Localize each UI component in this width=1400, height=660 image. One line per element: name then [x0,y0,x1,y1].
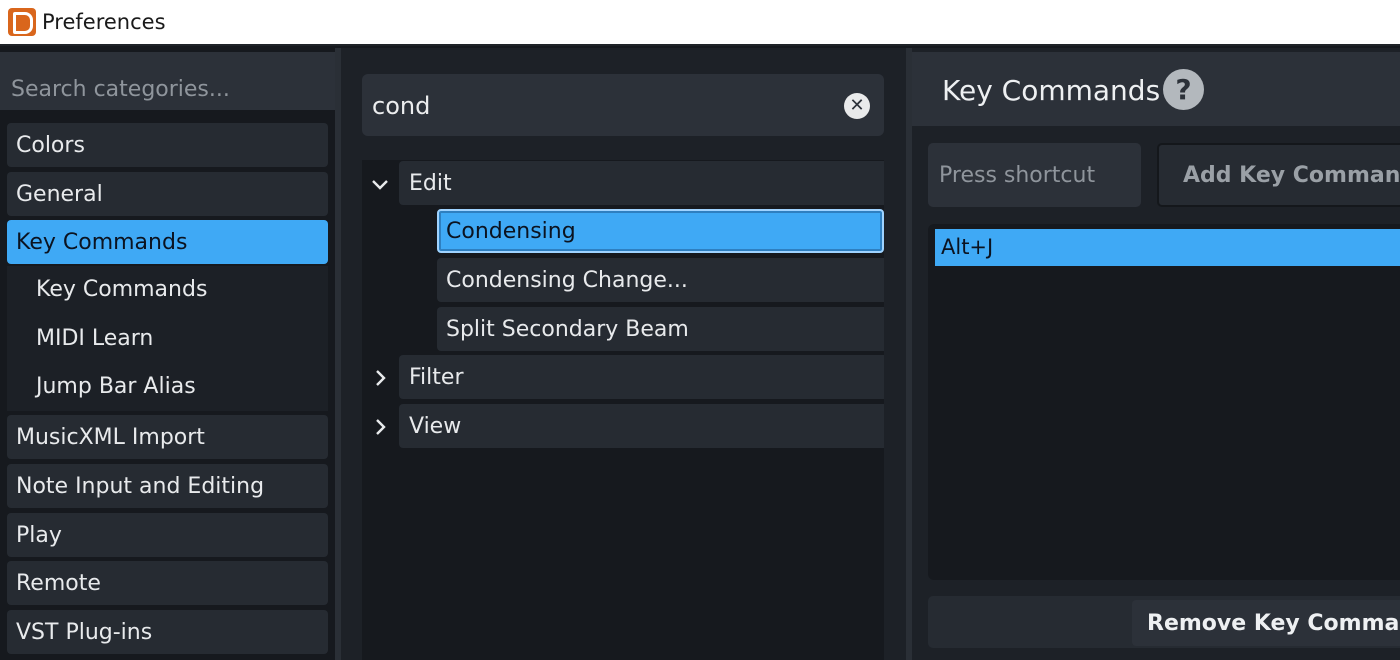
subcategory-jump-bar-alias[interactable]: Jump Bar Alias [36,374,196,399]
category-note-input-editing[interactable]: Note Input and Editing [7,464,328,508]
tree-command-split-secondary-beam[interactable]: Split Secondary Beam [437,307,884,351]
tree-group-edit[interactable]: Edit [399,161,884,205]
remove-key-command-button[interactable]: Remove Key Command [1132,600,1400,646]
tree-command-condensing-change[interactable]: Condensing Change... [437,258,884,302]
category-remote[interactable]: Remote [7,561,328,605]
shortcuts-list [928,224,1400,580]
tree-group-view[interactable]: View [399,404,884,448]
subcategory-key-commands[interactable]: Key Commands [36,277,207,302]
chevron-right-icon[interactable] [368,415,392,439]
key-commands-title: Key Commands [942,74,1161,107]
category-musicxml-import[interactable]: MusicXML Import [7,415,328,459]
command-filter-input[interactable] [372,90,812,122]
chevron-down-icon[interactable] [368,172,392,196]
chevron-right-icon[interactable] [368,366,392,390]
window-title: Preferences [42,10,166,34]
press-shortcut-field[interactable] [928,143,1141,207]
category-play[interactable]: Play [7,513,328,557]
category-colors[interactable]: Colors [7,123,328,167]
category-general[interactable]: General [7,172,328,216]
category-vst-plug-ins[interactable]: VST Plug-ins [7,610,328,654]
help-icon[interactable]: ? [1163,69,1204,110]
app-icon [8,8,36,36]
add-key-command-button[interactable]: Add Key Command [1157,143,1400,207]
subcategory-midi-learn[interactable]: MIDI Learn [36,326,153,351]
clear-icon[interactable]: ✕ [844,93,870,119]
title-bar: Preferences [0,0,1400,46]
shortcut-row[interactable]: Alt+J [935,229,1400,266]
category-search-input[interactable] [0,52,335,110]
tree-command-condensing[interactable]: Condensing [437,209,884,253]
tree-group-filter[interactable]: Filter [399,355,884,399]
category-key-commands[interactable]: Key Commands [7,220,328,264]
